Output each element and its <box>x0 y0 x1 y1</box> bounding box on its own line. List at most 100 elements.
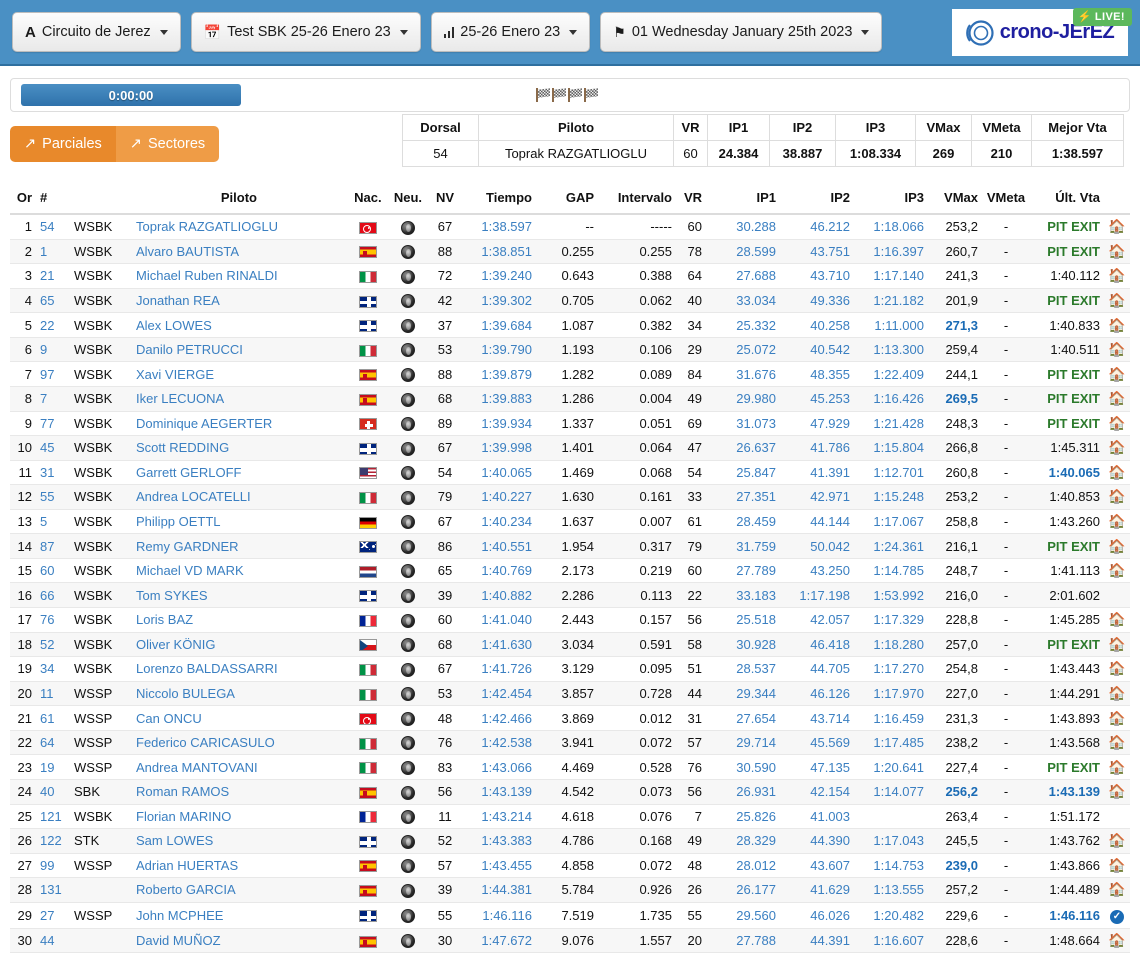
row-best-time[interactable]: 1:42.466 <box>464 705 536 731</box>
row-piloto[interactable]: Adrian HUERTAS <box>132 853 346 879</box>
home-icon[interactable]: 🏠 <box>1108 857 1125 873</box>
home-icon[interactable]: 🏠 <box>1108 734 1125 750</box>
grid-th-ult-vta[interactable]: Últ. Vta <box>1030 186 1104 215</box>
home-icon[interactable]: 🏠 <box>1108 415 1125 431</box>
home-icon[interactable]: 🏠 <box>1108 513 1125 529</box>
row-number[interactable]: 40 <box>36 779 70 805</box>
row-piloto[interactable]: Scott REDDING <box>132 435 346 461</box>
home-icon[interactable]: 🏠 <box>1108 636 1125 652</box>
row-best-time[interactable]: 1:39.883 <box>464 386 536 412</box>
row-piloto[interactable]: Roman RAMOS <box>132 779 346 805</box>
row-best-time[interactable]: 1:43.455 <box>464 853 536 879</box>
row-piloto[interactable]: Michael Ruben RINALDI <box>132 263 346 289</box>
table-row[interactable]: 20 11 WSSP Niccolo BULEGA 53 1:42.454 3.857 0.7… <box>10 681 1130 707</box>
grid-th-intervalo[interactable]: Intervalo <box>598 186 676 215</box>
summary-piloto[interactable]: Toprak RAZGATLIOGLU <box>478 140 674 167</box>
table-row[interactable]: 17 76 WSBK Loris BAZ 60 1:41.040 2.443 0.157 56 2… <box>10 607 1130 633</box>
row-best-time[interactable]: 1:43.066 <box>464 754 536 780</box>
row-best-time[interactable]: 1:41.630 <box>464 632 536 658</box>
row-number[interactable]: 44 <box>36 928 70 954</box>
home-icon[interactable]: 🏠 <box>1108 562 1125 578</box>
row-best-time[interactable]: 1:40.234 <box>464 509 536 535</box>
table-row[interactable]: 6 9 WSBK Danilo PETRUCCI 53 1:39.790 1.193 0.10… <box>10 337 1130 363</box>
row-piloto[interactable]: Danilo PETRUCCI <box>132 337 346 363</box>
home-icon[interactable]: 🏠 <box>1108 488 1125 504</box>
row-best-time[interactable]: 1:41.040 <box>464 607 536 633</box>
home-icon[interactable]: 🏠 <box>1108 611 1125 627</box>
row-number[interactable]: 55 <box>36 484 70 510</box>
row-number[interactable]: 87 <box>36 533 70 559</box>
row-piloto[interactable]: Dominique AEGERTER <box>132 411 346 437</box>
grid-th-nv[interactable]: NV <box>426 186 464 215</box>
summary-dorsal[interactable]: 54 <box>402 140 479 167</box>
row-best-time[interactable]: 1:42.538 <box>464 730 536 756</box>
home-icon[interactable]: 🏠 <box>1108 932 1125 948</box>
home-icon[interactable]: 🏠 <box>1108 685 1125 701</box>
row-best-time[interactable]: 1:41.726 <box>464 656 536 682</box>
grid-th-ip3[interactable]: IP3 <box>854 186 928 215</box>
row-best-time[interactable]: 1:40.065 <box>464 460 536 486</box>
home-icon[interactable]: 🏠 <box>1108 464 1125 480</box>
row-best-time[interactable]: 1:47.672 <box>464 928 536 954</box>
grid-th-piloto[interactable]: Piloto <box>132 186 346 215</box>
table-row[interactable]: 22 64 WSSP Federico CARICASULO 76 1:42.538 3.9… <box>10 730 1130 756</box>
row-piloto[interactable]: Tom SYKES <box>132 582 346 608</box>
row-number[interactable]: 11 <box>36 681 70 707</box>
row-piloto[interactable]: Niccolo BULEGA <box>132 681 346 707</box>
row-best-time[interactable]: 1:44.381 <box>464 877 536 903</box>
row-piloto[interactable]: Remy GARDNER <box>132 533 346 559</box>
row-best-time[interactable]: 1:38.597 <box>464 214 536 240</box>
table-row[interactable]: 12 55 WSBK Andrea LOCATELLI 79 1:40.227 1.630 0… <box>10 484 1130 510</box>
grid-th-tiempo[interactable]: Tiempo <box>464 186 536 215</box>
home-icon[interactable]: 🏠 <box>1108 292 1125 308</box>
grid-th-gap[interactable]: GAP <box>536 186 598 215</box>
row-piloto[interactable]: Toprak RAZGATLIOGLU <box>132 214 346 240</box>
row-number[interactable]: 77 <box>36 411 70 437</box>
grid-th-ip1[interactable]: IP1 <box>706 186 780 215</box>
row-number[interactable]: 121 <box>36 804 70 830</box>
table-row[interactable]: 30 44 David MUÑOZ 30 1:47.672 9.076 1.557 20 27.… <box>10 928 1130 954</box>
row-best-time[interactable]: 1:40.227 <box>464 484 536 510</box>
row-piloto[interactable]: Federico CARICASULO <box>132 730 346 756</box>
row-number[interactable]: 60 <box>36 558 70 584</box>
table-row[interactable]: 5 22 WSBK Alex LOWES 37 1:39.684 1.087 0.382 34 2… <box>10 312 1130 338</box>
table-row[interactable]: 15 60 WSBK Michael VD MARK 65 1:40.769 2.173 0.… <box>10 558 1130 584</box>
table-row[interactable]: 19 34 WSBK Lorenzo BALDASSARRI 67 1:41.726 3.1… <box>10 656 1130 682</box>
grid-th-ip2[interactable]: IP2 <box>780 186 854 215</box>
table-row[interactable]: 16 66 WSBK Tom SYKES 39 1:40.882 2.286 0.113 22 3… <box>10 582 1130 608</box>
grid-th-category[interactable] <box>70 186 132 215</box>
row-best-time[interactable]: 1:38.851 <box>464 239 536 265</box>
tab-parciales[interactable]: ↗ Parciales <box>10 126 116 162</box>
check-circle-icon[interactable]: ✓ <box>1110 909 1124 924</box>
row-best-time[interactable]: 1:39.684 <box>464 312 536 338</box>
home-icon[interactable]: 🏠 <box>1108 538 1125 554</box>
table-row[interactable]: 26 122 STK Sam LOWES 52 1:43.383 4.786 0.168 49 2… <box>10 828 1130 854</box>
home-icon[interactable]: 🏠 <box>1108 317 1125 333</box>
row-number[interactable]: 97 <box>36 361 70 387</box>
table-row[interactable]: 25 121 WSBK Florian MARINO 11 1:43.214 4.618 0.… <box>10 804 1130 830</box>
row-piloto[interactable]: Lorenzo BALDASSARRI <box>132 656 346 682</box>
row-number[interactable]: 19 <box>36 754 70 780</box>
row-best-time[interactable]: 1:39.998 <box>464 435 536 461</box>
grid-th-vmax[interactable]: VMax <box>928 186 982 215</box>
tab-sectores[interactable]: ↗ Sectores <box>115 126 220 162</box>
row-number[interactable]: 122 <box>36 828 70 854</box>
grid-th-number[interactable]: # <box>36 186 70 215</box>
home-icon[interactable]: 🏠 <box>1108 832 1125 848</box>
row-number[interactable]: 64 <box>36 730 70 756</box>
row-number[interactable]: 9 <box>36 337 70 363</box>
row-number[interactable]: 45 <box>36 435 70 461</box>
table-row[interactable]: 28 131 Roberto GARCIA 39 1:44.381 5.784 0.926 2… <box>10 877 1130 903</box>
table-row[interactable]: 14 87 WSBK Remy GARDNER 86 1:40.551 1.954 0.317… <box>10 533 1130 559</box>
home-icon[interactable]: 🏠 <box>1108 267 1125 283</box>
table-row[interactable]: 29 27 WSSP John MCPHEE 55 1:46.116 7.519 1.735 5… <box>10 902 1130 929</box>
home-icon[interactable]: 🏠 <box>1108 243 1125 259</box>
row-number[interactable]: 76 <box>36 607 70 633</box>
home-icon[interactable]: 🏠 <box>1108 881 1125 897</box>
table-row[interactable]: 9 77 WSBK Dominique AEGERTER 89 1:39.934 1.337… <box>10 411 1130 437</box>
row-piloto[interactable]: Roberto GARCIA <box>132 877 346 903</box>
row-piloto[interactable]: Can ONCU <box>132 705 346 731</box>
home-icon[interactable]: 🏠 <box>1108 783 1125 799</box>
home-icon[interactable]: 🏠 <box>1108 710 1125 726</box>
selector-event[interactable]: 📅 Test SBK 25-26 Enero 23 <box>190 12 421 52</box>
